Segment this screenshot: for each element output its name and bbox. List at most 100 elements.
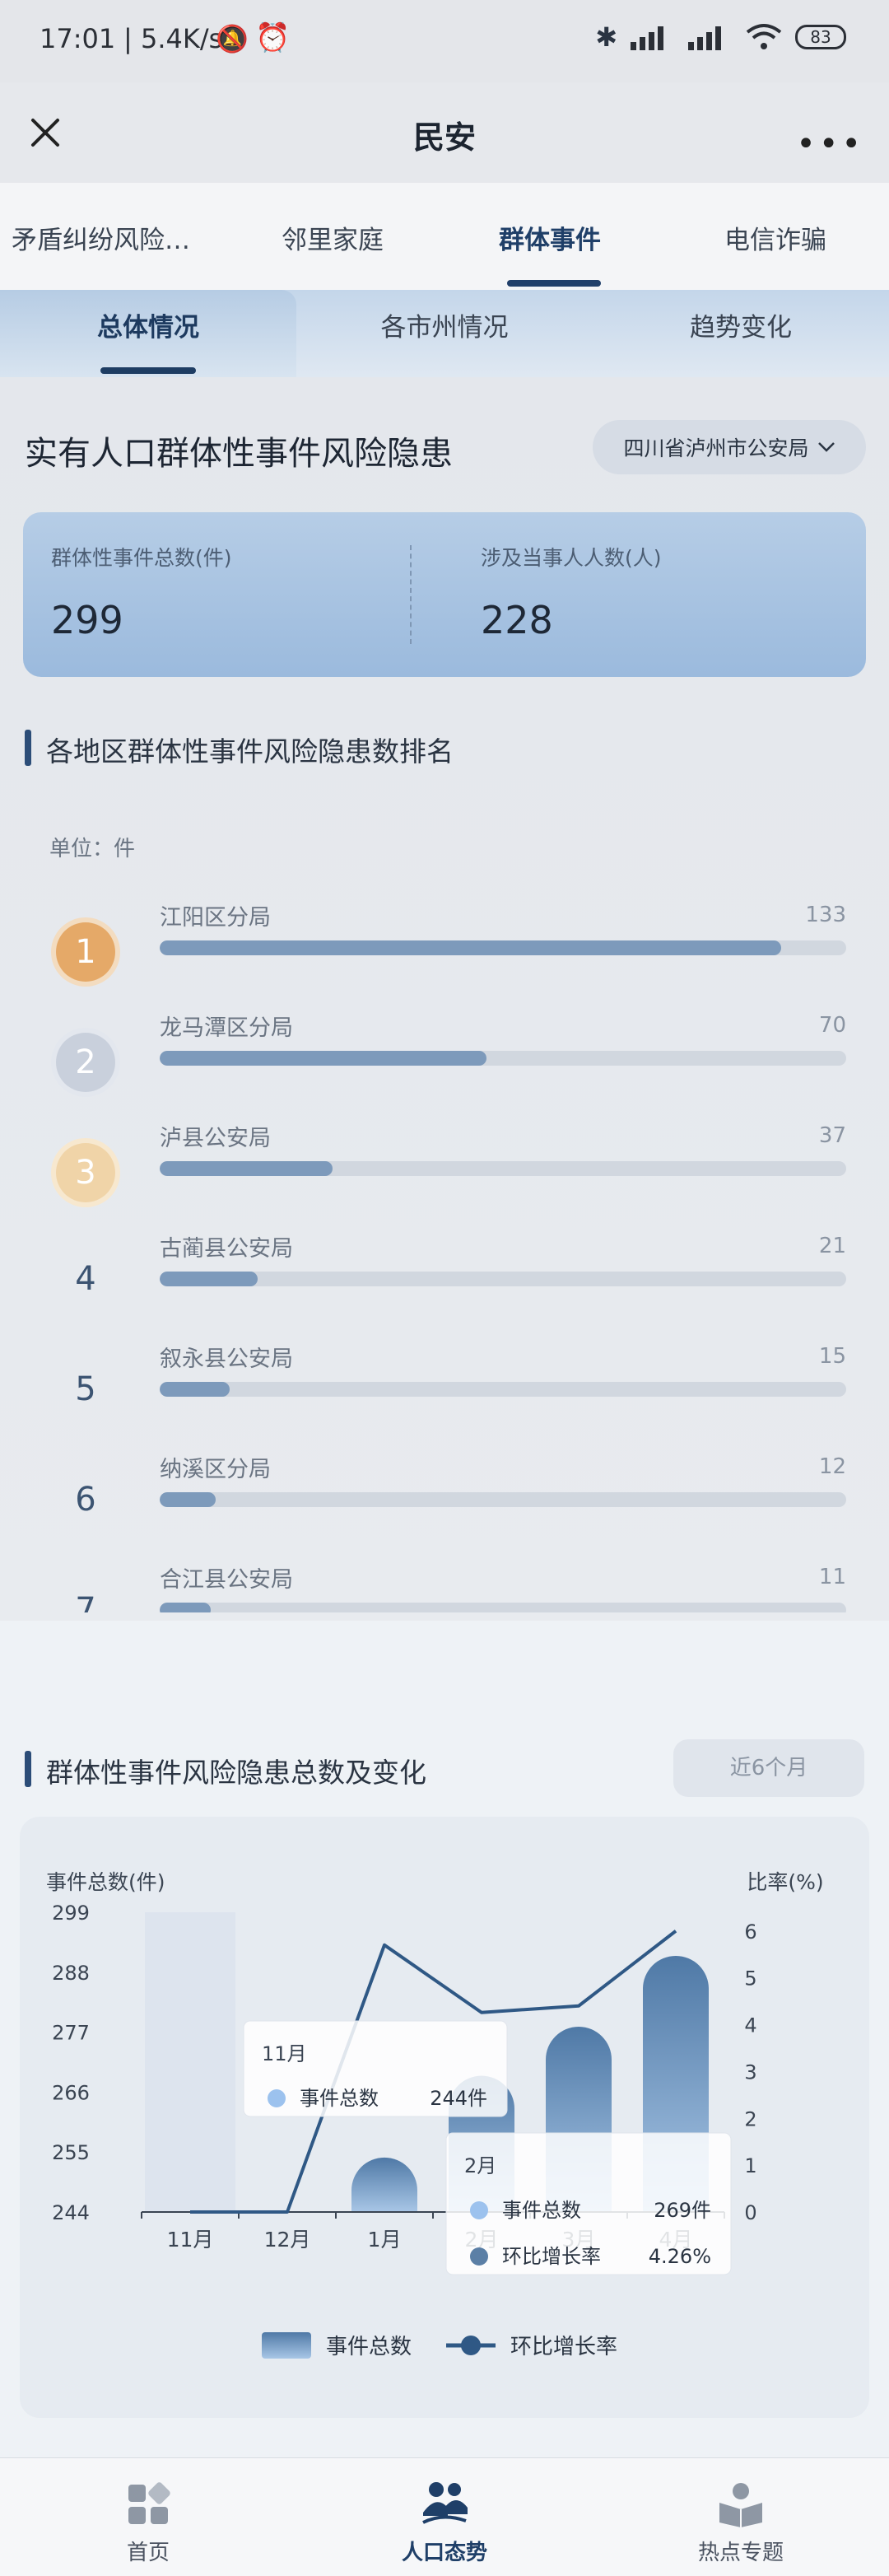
rank-name: 纳溪区分局 — [160, 1457, 271, 1482]
rank-bar-fill — [160, 1051, 487, 1066]
rank-bar-track — [160, 1272, 846, 1286]
nav-hot-topics-label: 热点专题 — [697, 2541, 784, 2565]
tooltip-value: 269件 — [654, 2199, 711, 2222]
y-tick-label: 255 — [52, 2141, 90, 2164]
rank-bar-track — [160, 1161, 846, 1176]
nav-population-label: 人口态势 — [401, 2541, 487, 2565]
bluetooth-icon: ✱ — [595, 21, 617, 53]
legend-bar-swatch — [262, 2332, 311, 2359]
top-tabs: 矛盾纠纷风险… 邻里家庭 群体事件 电信诈骗 — [0, 183, 889, 290]
y-tick-label: 288 — [52, 1962, 90, 1985]
trend-chart: 事件总数(件) 比率(%) 244 255 266 277 288 299 0 1 2 3 4 5 6 11月… — [46, 1870, 824, 2359]
y2-tick-label: 0 — [744, 2201, 756, 2224]
rank-value: 37 — [818, 1123, 846, 1148]
sub-tabs: 总体情况 各市州情况 趋势变化 — [0, 290, 889, 377]
reader-icon — [719, 2483, 762, 2527]
subtab-trend[interactable]: 趋势变化 — [593, 306, 889, 343]
more-icon[interactable]: ••• — [796, 125, 864, 163]
y2-tick-label: 6 — [744, 1920, 756, 1944]
grid-icon — [128, 2482, 170, 2524]
ranking-title: 各地区群体性事件风险隐患数排名 — [46, 735, 454, 768]
tooltip-label: 事件总数 — [300, 2087, 379, 2110]
active-subtab-indicator — [100, 367, 196, 374]
battery-icon: 83 — [795, 25, 846, 49]
ranking-row: 3 泸县公安局 37 — [0, 1108, 889, 1219]
rank-bar-track — [160, 1382, 846, 1397]
ranking-unit: 单位：件 — [49, 837, 136, 861]
rank-badge: 1 — [56, 922, 115, 982]
stat-total-value: 299 — [51, 598, 123, 642]
x-tick-label: 12月 — [264, 2228, 311, 2252]
subtab-cities[interactable]: 各市州情况 — [296, 306, 593, 343]
ranking-row: 1 江阳区分局 133 — [0, 888, 889, 998]
trend-title: 群体性事件风险隐患总数及变化 — [46, 1757, 426, 1789]
nav-home[interactable]: 首页 — [0, 2458, 296, 2576]
tooltip-dot — [470, 2247, 488, 2266]
tooltip-title: 2月 — [464, 2154, 496, 2177]
rank-badge: 2 — [56, 1033, 115, 1092]
y-tick-label: 266 — [52, 2081, 90, 2104]
highlight-band — [145, 1912, 235, 2212]
legend-bar-label: 事件总数 — [326, 2335, 412, 2359]
rank-name: 合江县公安局 — [160, 1567, 293, 1593]
y-tick-label: 244 — [52, 2201, 90, 2224]
heading-marker — [25, 730, 31, 766]
region-select[interactable]: 四川省泸州市公安局 — [593, 420, 866, 474]
active-tab-indicator — [507, 280, 601, 287]
ranking-row: 2 龙马潭区分局 70 — [0, 998, 889, 1108]
nav-population[interactable]: 人口态势 — [296, 2458, 593, 2576]
mute-icon: 🔕 — [216, 23, 249, 54]
y2-axis-title: 比率(%) — [747, 1870, 823, 1894]
rank-name: 叙永县公安局 — [160, 1346, 293, 1372]
rank-bar-track — [160, 1492, 846, 1507]
tooltip-label: 环比增长率 — [502, 2245, 601, 2268]
tab-dispute-risk[interactable]: 矛盾纠纷风险… — [12, 219, 190, 256]
tab-telecom-fraud[interactable]: 电信诈骗 — [724, 219, 826, 256]
rank-bar-fill — [160, 1492, 216, 1507]
nav-hot-topics[interactable]: 热点专题 — [593, 2458, 889, 2576]
y-tick-label: 277 — [52, 2022, 90, 2045]
tooltip-title: 11月 — [262, 2042, 307, 2065]
stat-people-label: 涉及当事人人数(人) — [481, 546, 662, 570]
bottom-nav: 首页 人口态势 热点专题 — [0, 2457, 889, 2576]
ranking-row: 4 古蔺县公安局 21 — [0, 1219, 889, 1329]
y2-tick-label: 3 — [744, 2060, 756, 2084]
status-bar: 17:01 | 5.4K/s 🔕 ⏰ ✱ 83 — [0, 0, 889, 82]
tab-group-events[interactable]: 群体事件 — [499, 219, 601, 256]
rank-value: 70 — [818, 1013, 846, 1038]
rank-value: 12 — [818, 1454, 846, 1479]
ranking-list: 1 江阳区分局 133 2 龙马潭区分局 70 3 泸县公安局 37 4 古蔺县公安局 21 5 叙永县公… — [0, 888, 889, 1612]
rank-value: 133 — [805, 903, 846, 927]
tab-neighborhood-family[interactable]: 邻里家庭 — [282, 219, 384, 256]
rank-name: 江阳区分局 — [160, 905, 271, 931]
region-select-value: 四川省泸州市公安局 — [623, 436, 809, 460]
tooltip-dot — [268, 2089, 286, 2107]
tooltip-value: 4.26% — [649, 2245, 711, 2268]
y-tick-label: 299 — [52, 1902, 90, 1925]
ranking-row: 5 叙永县公安局 15 — [0, 1329, 889, 1440]
ranking-row: 6 纳溪区分局 12 — [0, 1440, 889, 1550]
rank-badge: 7 — [75, 1591, 96, 1612]
y2-tick-label: 1 — [744, 2154, 756, 2177]
page-title: 民安 — [412, 119, 476, 156]
stat-people-value: 228 — [481, 598, 553, 642]
y2-tick-label: 2 — [744, 2107, 756, 2130]
overview-section: 实有人口群体性事件风险隐患 四川省泸州市公安局 群体性事件总数(件) 299 涉… — [0, 377, 889, 1621]
rank-bar-fill — [160, 940, 781, 955]
trend-chart-card: 事件总数(件) 比率(%) 244 255 266 277 288 299 0 1 2 3 4 5 6 11月… — [20, 1817, 869, 2418]
subtab-overall[interactable]: 总体情况 — [0, 306, 296, 343]
heading-marker — [25, 1751, 31, 1787]
rank-bar-fill — [160, 1161, 333, 1176]
rank-badge: 5 — [75, 1370, 96, 1408]
period-select[interactable]: 近6个月 — [673, 1739, 864, 1797]
alarm-icon: ⏰ — [255, 21, 291, 54]
rank-bar-fill — [160, 1382, 230, 1397]
rank-name: 泸县公安局 — [160, 1126, 271, 1151]
tooltip-label: 事件总数 — [502, 2199, 581, 2222]
stat-divider — [410, 545, 412, 644]
rank-value: 21 — [818, 1234, 846, 1258]
rank-badge: 6 — [75, 1481, 96, 1519]
rank-bar-fill — [160, 1603, 212, 1612]
stats-card: 群体性事件总数(件) 299 涉及当事人人数(人) 228 — [23, 512, 866, 677]
rank-bar-track — [160, 1051, 846, 1066]
